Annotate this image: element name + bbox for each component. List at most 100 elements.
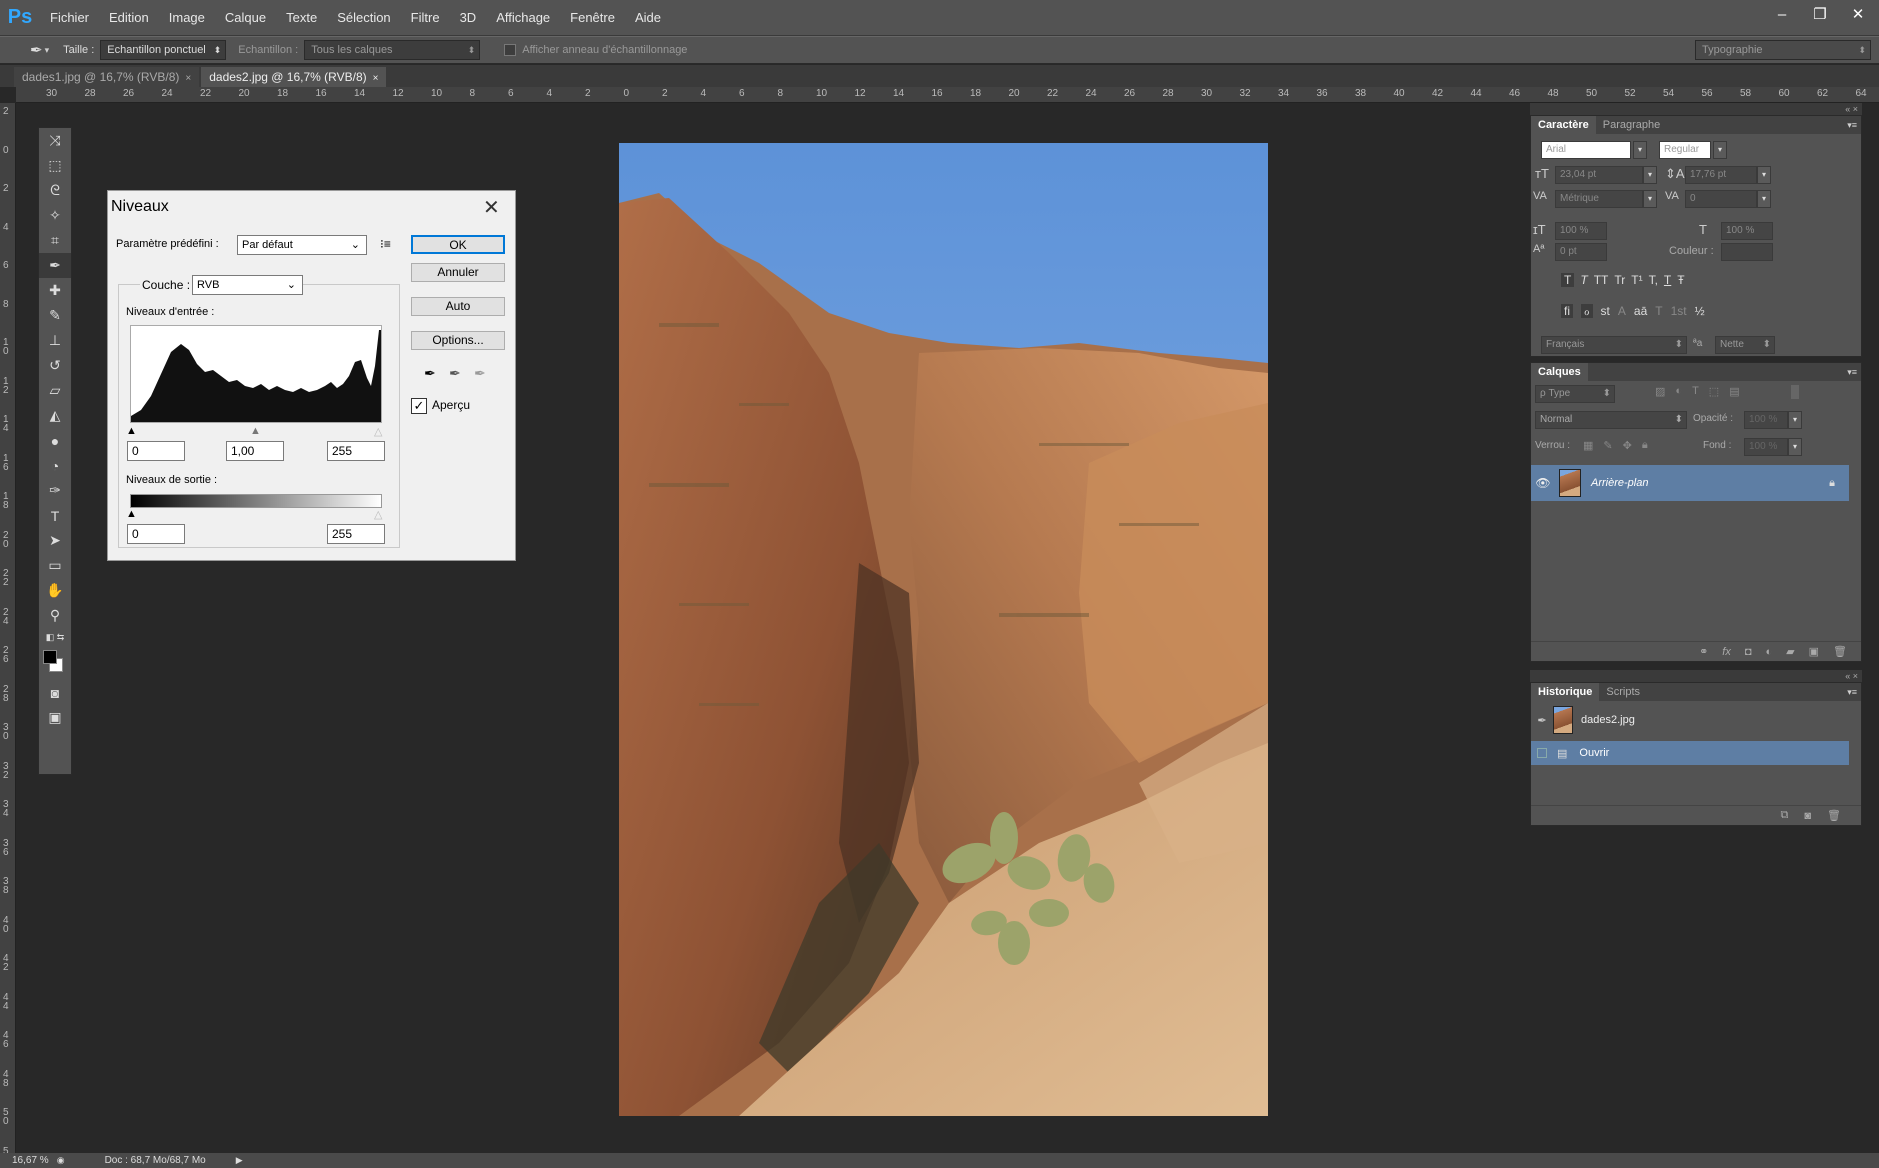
text-color-swatch[interactable] xyxy=(1721,243,1773,261)
menu-3d[interactable]: 3D xyxy=(450,0,487,36)
camera-icon[interactable]: ◙ xyxy=(1804,810,1811,822)
options-button[interactable]: Options... xyxy=(411,331,505,350)
minimize-button[interactable]: – xyxy=(1769,4,1795,26)
menu-fenetre[interactable]: Fenêtre xyxy=(560,0,625,36)
lock-transparency-icon[interactable]: ▦ xyxy=(1583,439,1593,452)
lock-all-icon[interactable]: 🔒︎ xyxy=(1642,439,1648,452)
history-step[interactable]: ▤ Ouvrir xyxy=(1531,741,1849,765)
chevron-down-icon[interactable]: ▾ xyxy=(1757,190,1771,208)
link-icon[interactable]: ⚭ xyxy=(1699,645,1708,658)
quick-mask-icon[interactable]: ◙ xyxy=(39,680,71,705)
ordinal-button[interactable]: 1st xyxy=(1671,304,1687,318)
menu-edition[interactable]: Edition xyxy=(99,0,159,36)
preview-checkbox[interactable]: ✓ xyxy=(411,398,427,414)
eyedropper-tool-icon[interactable]: ✒ xyxy=(39,253,71,278)
history-brush-tool-icon[interactable]: ↺ xyxy=(39,353,71,378)
history-snapshot[interactable]: ✒ dades2.jpg xyxy=(1531,703,1849,737)
move-tool-icon[interactable]: ⤨ xyxy=(39,128,71,153)
chevron-down-icon[interactable]: ▾ xyxy=(1633,141,1647,159)
chevron-down-icon[interactable]: ▾ xyxy=(1713,141,1727,159)
group-folder-icon[interactable]: ▰ xyxy=(1786,645,1794,658)
trash-icon[interactable]: 🗑︎ xyxy=(1827,809,1841,822)
input-white-field[interactable]: 255 xyxy=(327,441,385,461)
titling-button[interactable]: aā xyxy=(1634,304,1647,318)
stamp-tool-icon[interactable]: ⊥ xyxy=(39,328,71,353)
stylistic-button[interactable]: A xyxy=(1618,304,1626,318)
filter-toggle[interactable] xyxy=(1791,385,1799,399)
blend-mode-select[interactable]: Normal ⬍ xyxy=(1535,411,1687,429)
close-icon[interactable]: ✕ xyxy=(483,195,500,220)
path-select-tool-icon[interactable]: ➤ xyxy=(39,528,71,553)
channel-select[interactable]: RVB ⌄ xyxy=(192,275,303,295)
history-dock-header[interactable]: « × xyxy=(1530,670,1862,682)
auto-button[interactable]: Auto xyxy=(411,297,505,316)
adjustment-filter-icon[interactable]: ◐ xyxy=(1675,385,1682,398)
layer-filter-select[interactable]: ρ Type ⬍ xyxy=(1535,385,1615,403)
strikethrough-button[interactable]: Ŧ xyxy=(1677,273,1684,287)
lasso-tool-icon[interactable]: ᘓ xyxy=(39,178,71,203)
tab-paragraphe[interactable]: Paragraphe xyxy=(1596,116,1668,134)
faux-bold-button[interactable]: T xyxy=(1561,273,1575,287)
kerning-field[interactable]: Métrique xyxy=(1555,190,1643,208)
ring-checkbox[interactable] xyxy=(504,44,517,56)
panel-menu-icon[interactable]: ▾≡ xyxy=(1847,687,1861,698)
type-filter-icon[interactable]: T xyxy=(1692,385,1699,398)
image-filter-icon[interactable]: ▨ xyxy=(1655,385,1665,398)
adjustment-layer-icon[interactable]: ◐ xyxy=(1766,646,1773,658)
output-white-field[interactable]: 255 xyxy=(327,524,385,544)
new-document-from-state-icon[interactable]: ⧉ xyxy=(1781,809,1789,822)
font-size-field[interactable]: 23,04 pt xyxy=(1555,166,1643,184)
panel-menu-icon[interactable]: ▾≡ xyxy=(1847,367,1861,378)
eraser-tool-icon[interactable]: ▱ xyxy=(39,378,71,403)
magic-wand-tool-icon[interactable]: ✧ xyxy=(39,203,71,228)
type-tool-icon[interactable]: T xyxy=(39,503,71,528)
input-black-field[interactable]: 0 xyxy=(127,441,185,461)
black-output-slider[interactable]: ▲ xyxy=(126,508,137,520)
tab-dades2[interactable]: dades2.jpg @ 16,7% (RVB/8) × xyxy=(201,67,387,87)
horizontal-scale-field[interactable]: 100 % xyxy=(1721,222,1773,240)
chevron-down-icon[interactable]: ▾ xyxy=(1643,190,1657,208)
healing-tool-icon[interactable]: ✚ xyxy=(39,278,71,303)
cancel-button[interactable]: Annuler xyxy=(411,263,505,282)
panel-dock-header[interactable]: « × xyxy=(1530,103,1862,115)
swash-button[interactable]: st xyxy=(1601,304,1610,318)
bucket-tool-icon[interactable]: ◭ xyxy=(39,403,71,428)
all-caps-button[interactable]: TT xyxy=(1594,273,1609,287)
shape-tool-icon[interactable]: ▭ xyxy=(39,553,71,578)
font-style-field[interactable]: Regular xyxy=(1659,141,1711,159)
fx-icon[interactable]: fx xyxy=(1722,646,1731,658)
tab-historique[interactable]: Historique xyxy=(1531,683,1600,701)
menu-aide[interactable]: Aide xyxy=(625,0,671,36)
menu-affichage[interactable]: Affichage xyxy=(486,0,560,36)
swap-colors-icon[interactable]: ◧ ⇆ xyxy=(39,628,71,646)
foreground-color-swatch[interactable] xyxy=(43,650,57,664)
language-select[interactable]: Français ⬍ xyxy=(1541,336,1687,354)
black-eyedropper-icon[interactable]: ✒ xyxy=(424,365,436,382)
document-canvas[interactable] xyxy=(619,143,1268,1116)
menu-fichier[interactable]: Fichier xyxy=(40,0,99,36)
gray-eyedropper-icon[interactable]: ✒ xyxy=(449,365,461,382)
leading-field[interactable]: 17,76 pt xyxy=(1685,166,1757,184)
menu-image[interactable]: Image xyxy=(159,0,215,36)
shape-filter-icon[interactable]: ⬚ xyxy=(1709,385,1719,398)
panel-menu-icon[interactable]: ▾≡ xyxy=(1847,120,1861,131)
menu-texte[interactable]: Texte xyxy=(276,0,327,36)
input-gamma-field[interactable]: 1,00 xyxy=(226,441,284,461)
zoom-tool-icon[interactable]: ⚲ xyxy=(39,603,71,628)
crop-tool-icon[interactable]: ⌗ xyxy=(39,228,71,253)
close-icon[interactable]: × xyxy=(185,73,191,84)
menu-filtre[interactable]: Filtre xyxy=(401,0,450,36)
mask-icon[interactable]: ◘ xyxy=(1745,646,1752,658)
new-layer-icon[interactable]: ▣ xyxy=(1809,645,1819,658)
trash-icon[interactable]: 🗑︎ xyxy=(1833,645,1847,658)
hand-tool-icon[interactable]: ✋ xyxy=(39,578,71,603)
baseline-field[interactable]: 0 pt xyxy=(1555,243,1607,261)
gamma-input-slider[interactable]: ▲ xyxy=(250,425,261,437)
preset-options-icon[interactable]: ⁝≡ xyxy=(380,237,391,251)
fractions-button[interactable]: ½ xyxy=(1695,304,1705,318)
ok-button[interactable]: OK xyxy=(411,235,505,254)
workspace-select[interactable]: Typographie ⬍ xyxy=(1695,40,1871,60)
close-window-button[interactable]: ✕ xyxy=(1845,4,1871,26)
zoom-level[interactable]: 16,67 % xyxy=(12,1155,49,1166)
chevron-down-icon[interactable]: ▾ xyxy=(1643,166,1657,184)
